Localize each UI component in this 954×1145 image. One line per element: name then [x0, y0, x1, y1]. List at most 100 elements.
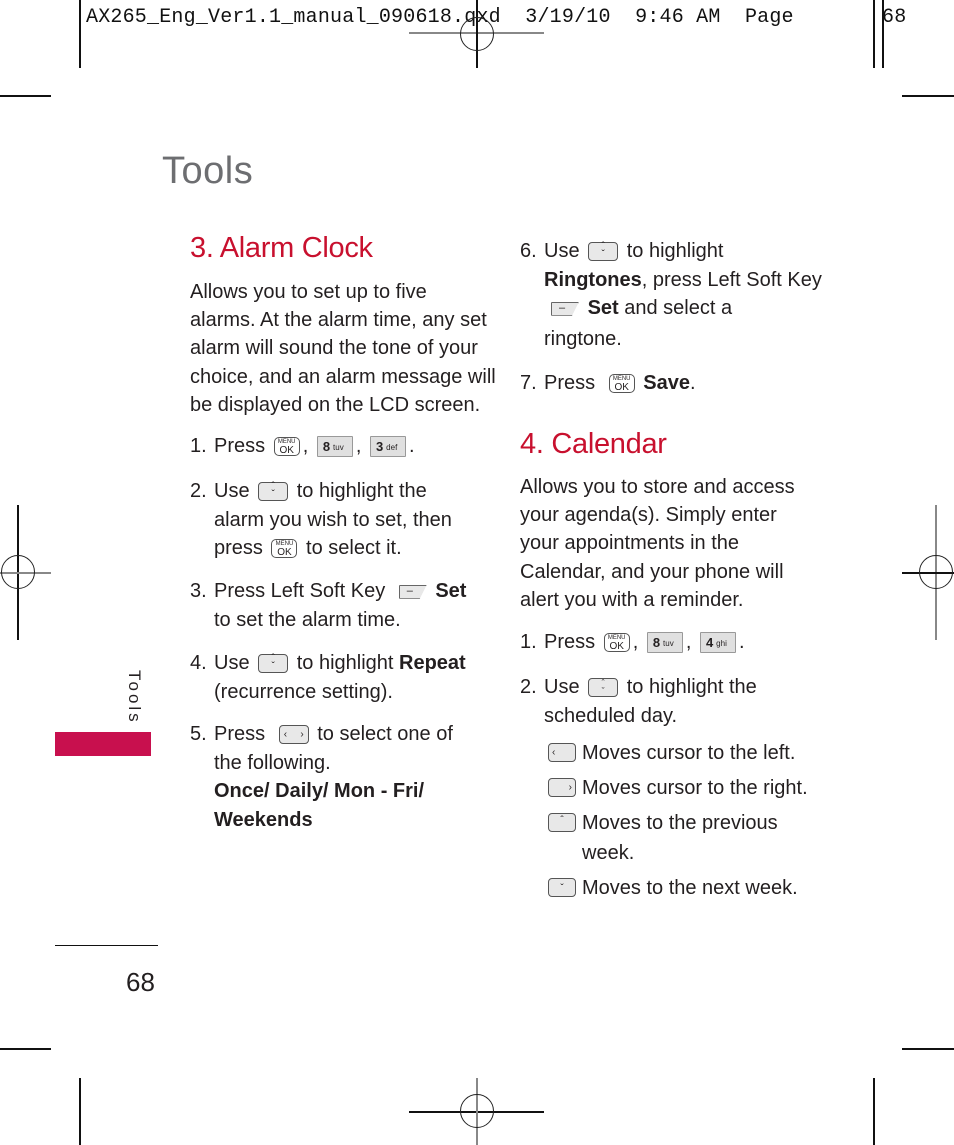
nav-item-text: week.: [582, 842, 635, 864]
step-number: 4.: [190, 652, 207, 674]
step-text: Use: [214, 480, 250, 502]
step-text: to select one of: [317, 723, 453, 745]
step-text: to highlight: [626, 240, 724, 262]
alarm-step-2: 2. Use ˆˇ to highlight the alarm you wish…: [190, 477, 452, 563]
key-3-icon: 3 def: [369, 436, 406, 458]
calendar-heading: 4. Calendar: [520, 428, 667, 460]
key-8-icon: 8 tuv: [646, 632, 683, 654]
step-number: 2.: [190, 480, 207, 502]
nav-item-down: ˇ Moves to the next week.: [548, 873, 798, 903]
intro-line: Calendar, and your phone will: [520, 560, 784, 583]
left-right-key-icon: ‹ ›: [278, 725, 309, 745]
page-title: Tools: [162, 150, 254, 192]
alarm-step-1: 1. Press MENU OK, 8 tuv, 3 def.: [190, 432, 415, 461]
step-text: (recurrence setting).: [214, 680, 393, 703]
nav-item-text: Moves cursor to the left.: [582, 742, 796, 764]
step-text: Use: [544, 240, 580, 262]
crop-mark: [0, 95, 51, 97]
crop-mark: [882, 0, 884, 68]
menu-ok-key-icon: MENU OK: [271, 539, 298, 559]
four-way-nav-key-icon: ˆˇ: [588, 678, 619, 698]
nav-item-text: Moves cursor to the right.: [582, 777, 808, 799]
left-key-icon: ‹: [548, 743, 576, 762]
intro-line: alarms. At the alarm time, any set: [190, 309, 487, 332]
alarm-step-7: 7. Press MENU OK Save.: [520, 369, 696, 398]
step-number: 5.: [190, 723, 207, 745]
step-number: 6.: [520, 240, 537, 262]
left-soft-key-icon: –: [398, 584, 427, 599]
step-number: 3.: [190, 580, 207, 602]
up-down-key-icon: ˆˇ: [258, 482, 289, 502]
step-text: ringtone.: [544, 327, 622, 350]
step-text: scheduled day.: [544, 704, 678, 727]
step-bold-text: Repeat: [399, 652, 466, 674]
intro-line: Allows you to set up to five: [190, 281, 427, 303]
step-line: – Set and select a: [520, 294, 822, 323]
crop-mark: [873, 1078, 875, 1145]
page-number: 68: [126, 967, 155, 997]
step-text: Press Left Soft Key: [214, 580, 386, 602]
alarm-step-4: 4. Use ˆˇ to highlight Repeat (recurrence…: [190, 649, 466, 706]
intro-line: your appointments in the: [520, 532, 740, 555]
intro-line: choice, and an alarm message will: [190, 365, 496, 388]
right-key-icon: ›: [548, 778, 576, 797]
alarm-step-3: 3. Press Left Soft Key – Set to set the a…: [190, 577, 466, 634]
step-text: Press: [214, 723, 266, 745]
nav-item-text: Moves to the previous: [582, 812, 778, 834]
nav-item-left: ‹ Moves cursor to the left.: [548, 738, 795, 768]
alarm-clock-intro: Allows you to set up to five alarms. At …: [190, 278, 496, 419]
footer-rule: [55, 945, 158, 947]
step-text: the following.: [214, 751, 331, 774]
step-number: 7.: [520, 372, 537, 394]
side-tab-label: Tools: [125, 670, 144, 725]
step-text: Press: [544, 372, 596, 394]
nav-item-text: Moves to the next week.: [582, 877, 798, 899]
crop-mark: [79, 0, 81, 68]
repeat-options: Once/ Daily/ Mon - Fri/: [214, 780, 425, 802]
slug-date: 3/19/10: [525, 6, 611, 29]
menu-ok-key-icon: MENU OK: [608, 374, 635, 394]
calendar-intro: Allows you to store and access your agen…: [520, 473, 795, 614]
step-bold-text: Set: [435, 580, 467, 602]
step-text: Use: [544, 676, 580, 698]
slug-page-label: Page: [744, 6, 794, 29]
intro-line: alert you with a reminder.: [520, 588, 744, 611]
side-tab-bar: [55, 732, 151, 756]
step-text: alarm you wish to set, then: [214, 508, 452, 531]
alarm-step-6: 6. Use ˆˇ to highlight Ringtones, press L…: [520, 237, 822, 353]
intro-line: be displayed on the LCD screen.: [190, 393, 481, 416]
alarm-step-5: 5. Press ‹ › to select one of the followin…: [190, 720, 453, 834]
up-down-key-icon: ˆˇ: [258, 654, 289, 674]
down-key-icon: ˇ: [548, 878, 576, 897]
nav-item-up: ˆ Moves to the previous week.: [548, 808, 778, 868]
nav-item-right: › Moves cursor to the right.: [548, 773, 808, 803]
print-slug: AX265_Eng_Ver1.1_manual_090618.qxd 3/19/…: [86, 6, 906, 29]
slug-filename: AX265_Eng_Ver1.1_manual_090618.qxd: [86, 6, 501, 29]
step-text: to highlight: [296, 652, 394, 674]
calendar-step-1: 1. Press MENU OK, 8 tuv, 4 ghi.: [520, 628, 745, 657]
key-4-icon: 4 ghi: [699, 632, 736, 654]
crop-mark: [0, 1048, 51, 1050]
menu-ok-key-icon: MENU OK: [273, 437, 300, 457]
slug-time: 9:46 AM: [635, 6, 721, 29]
left-soft-key-icon: –: [551, 301, 579, 316]
up-key-icon: ˆ: [548, 813, 576, 832]
key-8-icon: 8 tuv: [316, 436, 353, 458]
step-bold-text: Save: [643, 372, 690, 394]
calendar-step-2: 2. Use ˆˇ to highlight the scheduled day.: [520, 673, 757, 730]
step-number: 2.: [520, 676, 537, 698]
menu-ok-key-icon: MENU OK: [603, 633, 630, 653]
step-line: press MENU OK to select it.: [214, 537, 402, 559]
step-line: Ringtones, press Left Soft Key: [544, 268, 822, 291]
step-text: Press: [214, 435, 266, 457]
crop-mark: [873, 0, 875, 68]
intro-line: your agenda(s). Simply enter: [520, 504, 777, 527]
intro-line: alarm will sound the tone of your: [190, 337, 478, 360]
step-number: 1.: [190, 435, 207, 457]
step-text: Use: [214, 652, 250, 674]
up-down-key-icon: ˆˇ: [588, 242, 619, 262]
intro-line: Allows you to store and access: [520, 476, 795, 498]
crop-mark: [902, 1048, 954, 1050]
step-text: Press: [544, 631, 596, 653]
step-text: to highlight the: [296, 480, 427, 502]
